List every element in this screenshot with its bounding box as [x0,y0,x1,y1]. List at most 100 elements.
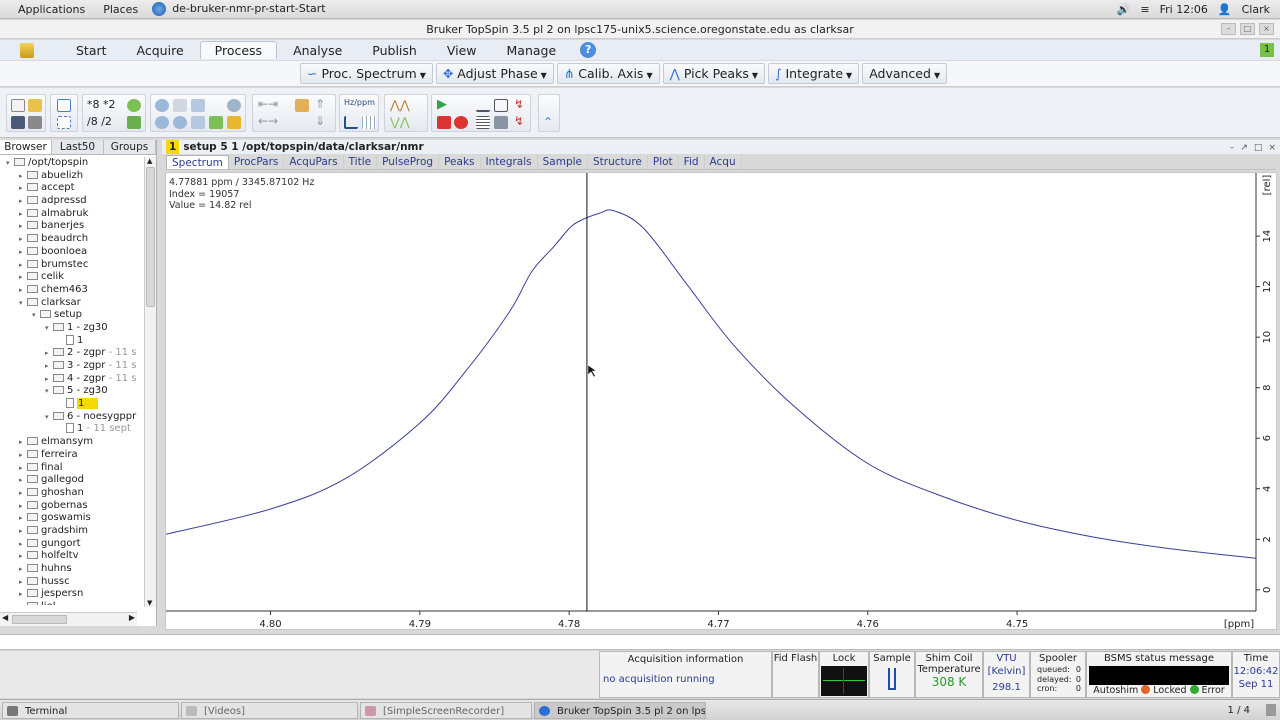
tree-file-item[interactable]: 1 [0,398,137,411]
grid-icon[interactable] [362,116,376,129]
expand-toggle-icon[interactable]: ▸ [19,271,27,284]
tree-folder-item[interactable]: ▸ abuelizh [0,170,137,183]
reset-zoom-icon[interactable] [191,116,205,129]
vtu-panel[interactable]: VTU [Kelvin] 298.1 [983,651,1030,698]
sample-panel[interactable]: Sample [869,651,915,698]
expand-toggle-icon[interactable]: ▸ [19,284,27,297]
expand-toggle-icon[interactable]: ▸ [19,601,27,605]
scroll-right-icon[interactable]: ▶ [129,613,135,622]
shim-icon[interactable]: ↯ [514,114,524,128]
refresh-icon[interactable] [127,99,141,112]
expand-toggle-icon[interactable]: ▸ [19,588,27,601]
expand-toggle-icon[interactable]: ▸ [19,246,27,259]
expand-toggle-icon[interactable]: ▸ [19,259,27,272]
tab-structure[interactable]: Structure [588,155,648,169]
grid-view-icon[interactable] [57,116,71,129]
hz-ppm-icon[interactable]: Hz/ppm [344,98,375,107]
tree-folder-item[interactable]: ▸ gobernas [0,500,137,513]
window-detach-icon[interactable]: ↗ [1240,141,1248,155]
tree-folder-item[interactable]: ▸ elmansym [0,436,137,449]
shift-left-right-icon[interactable]: ⇤⇥ [258,97,278,111]
tree-folder-item[interactable]: ▸ ferreira [0,449,137,462]
tab-groups[interactable]: Groups [104,140,156,154]
arrow-left-right-icon[interactable]: ←→ [258,114,278,128]
tree-folder-item[interactable]: ▸ hussc [0,576,137,589]
tree-folder-item[interactable]: ▸ goswamis [0,512,137,525]
workspace-pager[interactable]: 1 / 4 [1228,705,1250,716]
integrate-button[interactable]: ∫ Integrate ▼ [768,63,860,84]
tab-procpars[interactable]: ProcPars [229,155,285,169]
search-icon[interactable] [227,99,241,112]
advanced-button[interactable]: Advanced ▼ [862,63,948,84]
tree-folder-item[interactable]: ▾ 6 - noesygppr [0,411,137,424]
lock-signal-icon[interactable]: ↯ [514,97,524,111]
tree-folder-item[interactable]: ▸ 4 - zgpr - 11 s [0,373,137,386]
task-terminal[interactable]: Terminal [2,701,179,719]
shim-temperature-panel[interactable]: Shim Coil Temperature 308 K [915,651,983,698]
full-view-icon[interactable] [57,99,71,112]
bar-chart-icon[interactable] [227,116,241,129]
pick-peaks-button[interactable]: ⋀ Pick Peaks ▼ [662,63,765,84]
expand-toggle-icon[interactable]: ▸ [19,449,27,462]
tree-folder-item[interactable]: ▸ banerjes [0,220,137,233]
active-window-label[interactable]: de-bruker-nmr-pr-start-Start [152,2,326,16]
bsms-panel[interactable]: BSMS status message Autoshim Locked Erro… [1086,651,1232,698]
tree-folder-item[interactable]: ▸ celik [0,271,137,284]
collapse-up-icon[interactable]: ⌃ [543,115,553,129]
tree-folder-item[interactable]: ▾ setup [0,309,137,322]
expand-toggle-icon[interactable]: ▸ [19,538,27,551]
tab-plot[interactable]: Plot [648,155,679,169]
print-icon[interactable] [28,116,42,129]
applications-menu[interactable]: Applications [18,3,85,16]
show-desktop-icon[interactable] [1266,704,1276,716]
halt-icon[interactable] [454,116,468,129]
tree-folder-item[interactable]: ▸ boonloea [0,246,137,259]
network-icon[interactable]: ≡ [1140,3,1149,16]
tree-folder-item[interactable]: ▸ gallegod [0,474,137,487]
ppm-zoom-icon[interactable] [173,99,187,112]
zoom-icon[interactable] [155,99,169,112]
menu-view[interactable]: View [433,42,491,59]
play-icon[interactable]: ▶ [437,97,447,112]
tree-folder-item[interactable]: ▸ gradshim [0,525,137,538]
window-close-icon[interactable]: × [1268,141,1276,155]
scroll-up-icon[interactable]: ▲ [147,157,152,165]
overlay-icon[interactable]: ⋁⋀ [390,115,410,129]
tree-folder-item[interactable]: ▾ /opt/topspin [0,157,137,170]
shift-down-icon[interactable]: ⇓ [315,114,325,128]
collapse-toggle-icon[interactable]: ▾ [6,157,14,170]
expand-toggle-icon[interactable]: ▸ [19,220,27,233]
hand-icon[interactable] [295,99,309,112]
scrollbar-thumb[interactable] [146,167,155,307]
volume-icon[interactable]: 🔊 [1117,3,1131,16]
menu-acquire[interactable]: Acquire [123,42,198,59]
filter-icon[interactable] [494,116,508,129]
task-videos[interactable]: [Videos] [181,701,358,719]
tree-horizontal-scrollbar[interactable]: ◀ ▶ [0,612,137,626]
proc-spectrum-button[interactable]: ∽ Proc. Spectrum ▼ [300,63,433,84]
tree-folder-item[interactable]: ▸ brumstec [0,259,137,272]
collapse-toggle-icon[interactable]: ▾ [45,322,53,335]
stop-icon[interactable] [437,116,451,129]
expand-toggle-icon[interactable]: ▸ [19,563,27,576]
tab-last50[interactable]: Last50 [52,140,104,154]
tree-vertical-scrollbar[interactable]: ▲ ▼ [144,157,156,607]
vertical-scale-icon[interactable] [127,116,141,129]
tab-pulseprog[interactable]: PulseProg [377,155,440,169]
spectrum-line[interactable] [166,209,1257,559]
tab-integrals[interactable]: Integrals [481,155,538,169]
expand-toggle-icon[interactable]: ▸ [19,233,27,246]
tree-file-item[interactable]: 1 [0,334,137,348]
adjust-phase-button[interactable]: ✥ Adjust Phase ▼ [435,63,554,84]
fid-flash-panel[interactable]: Fid Flash [772,651,819,698]
expand-toggle-icon[interactable]: ▸ [19,487,27,500]
menu-publish[interactable]: Publish [358,42,431,59]
move-icon[interactable] [209,116,223,129]
tab-sample[interactable]: Sample [538,155,589,169]
window-icon[interactable] [494,99,508,112]
expand-toggle-icon[interactable]: ▸ [45,373,53,386]
fit-width-icon[interactable] [191,99,205,112]
window-number[interactable]: 1 [166,140,180,154]
collapse-toggle-icon[interactable]: ▾ [45,411,53,424]
axis-icon[interactable] [344,116,358,129]
